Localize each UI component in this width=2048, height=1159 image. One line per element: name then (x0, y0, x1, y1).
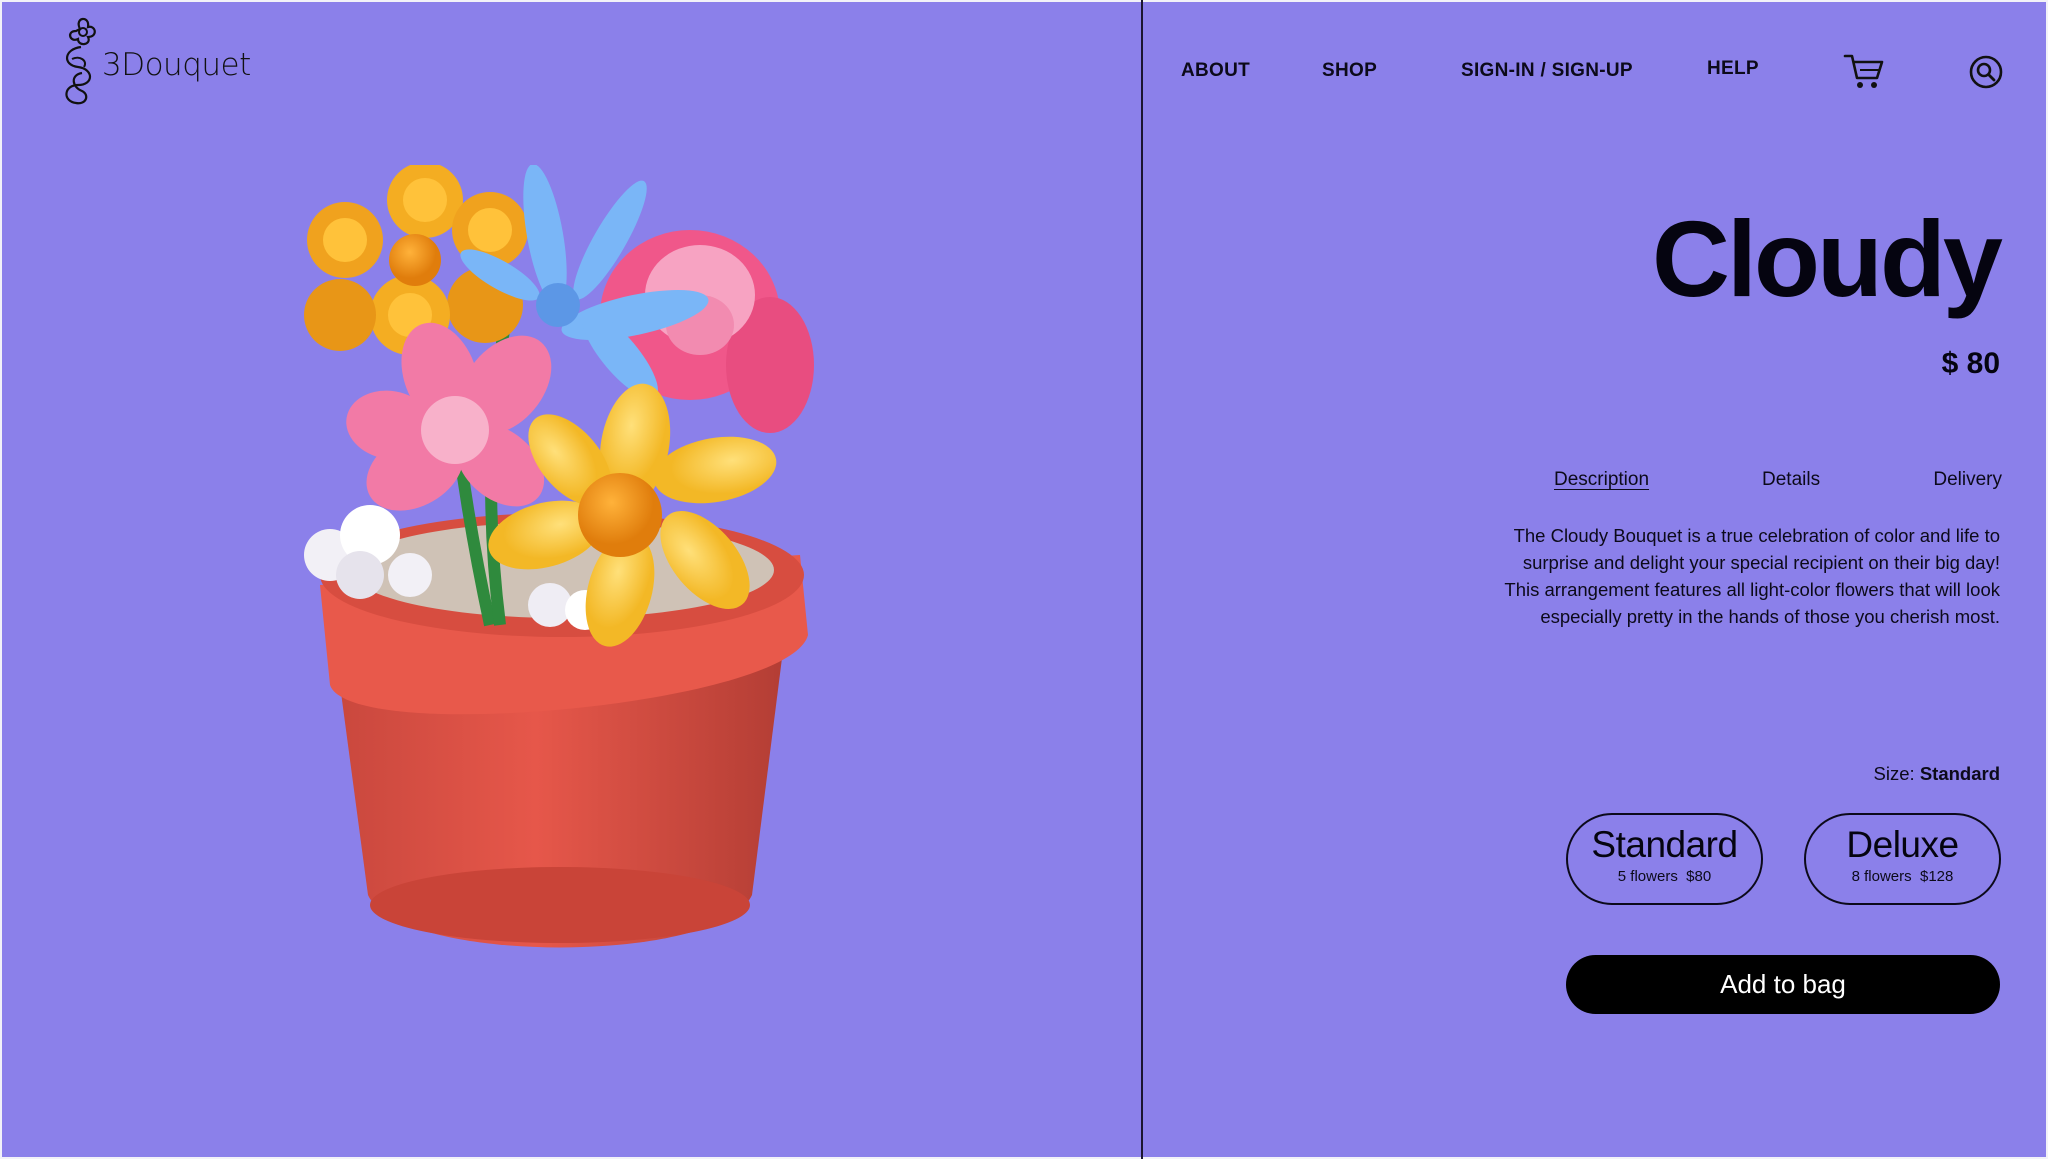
product-price: $ 80 (1941, 347, 2000, 380)
tab-details[interactable]: Details (1762, 469, 1820, 491)
product-description: The Cloudy Bouquet is a true celebration… (1504, 525, 2000, 627)
size-option-name: Deluxe (1846, 824, 1959, 865)
top-nav: ABOUT SHOP SIGN-IN / SIGN-UP HELP (0, 58, 2048, 88)
nav-help[interactable]: HELP (1707, 58, 1759, 80)
size-label-text: Size: (1873, 763, 1915, 784)
size-selected-value: Standard (1919, 763, 2000, 784)
nav-sign-in[interactable]: SIGN-IN / SIGN-UP (1461, 60, 1633, 82)
add-to-bag-button[interactable]: Add to bag (1566, 955, 2000, 1014)
tab-description[interactable]: Description (1554, 469, 1649, 491)
nav-about[interactable]: ABOUT (1181, 60, 1250, 82)
bouquet-pot-image (304, 165, 814, 948)
product-tabs: Description Details Delivery (0, 469, 2048, 497)
size-option-standard[interactable]: Standard 5 flowers $80 (1566, 813, 1763, 905)
cart-icon[interactable] (1843, 52, 1885, 90)
size-option-detail: 8 flowers $128 (1851, 868, 1954, 885)
search-icon[interactable] (1969, 55, 2003, 89)
size-option-name: Standard (1591, 824, 1738, 865)
nav-shop[interactable]: SHOP (1322, 60, 1377, 82)
size-label: Size: Standard (1874, 763, 2000, 785)
size-option-detail: 5 flowers $80 (1617, 868, 1712, 885)
panel-divider (1141, 0, 1143, 1159)
product-title: Cloudy (1652, 198, 2003, 319)
tab-delivery[interactable]: Delivery (1933, 469, 2002, 491)
size-option-deluxe[interactable]: Deluxe 8 flowers $128 (1804, 813, 2001, 905)
